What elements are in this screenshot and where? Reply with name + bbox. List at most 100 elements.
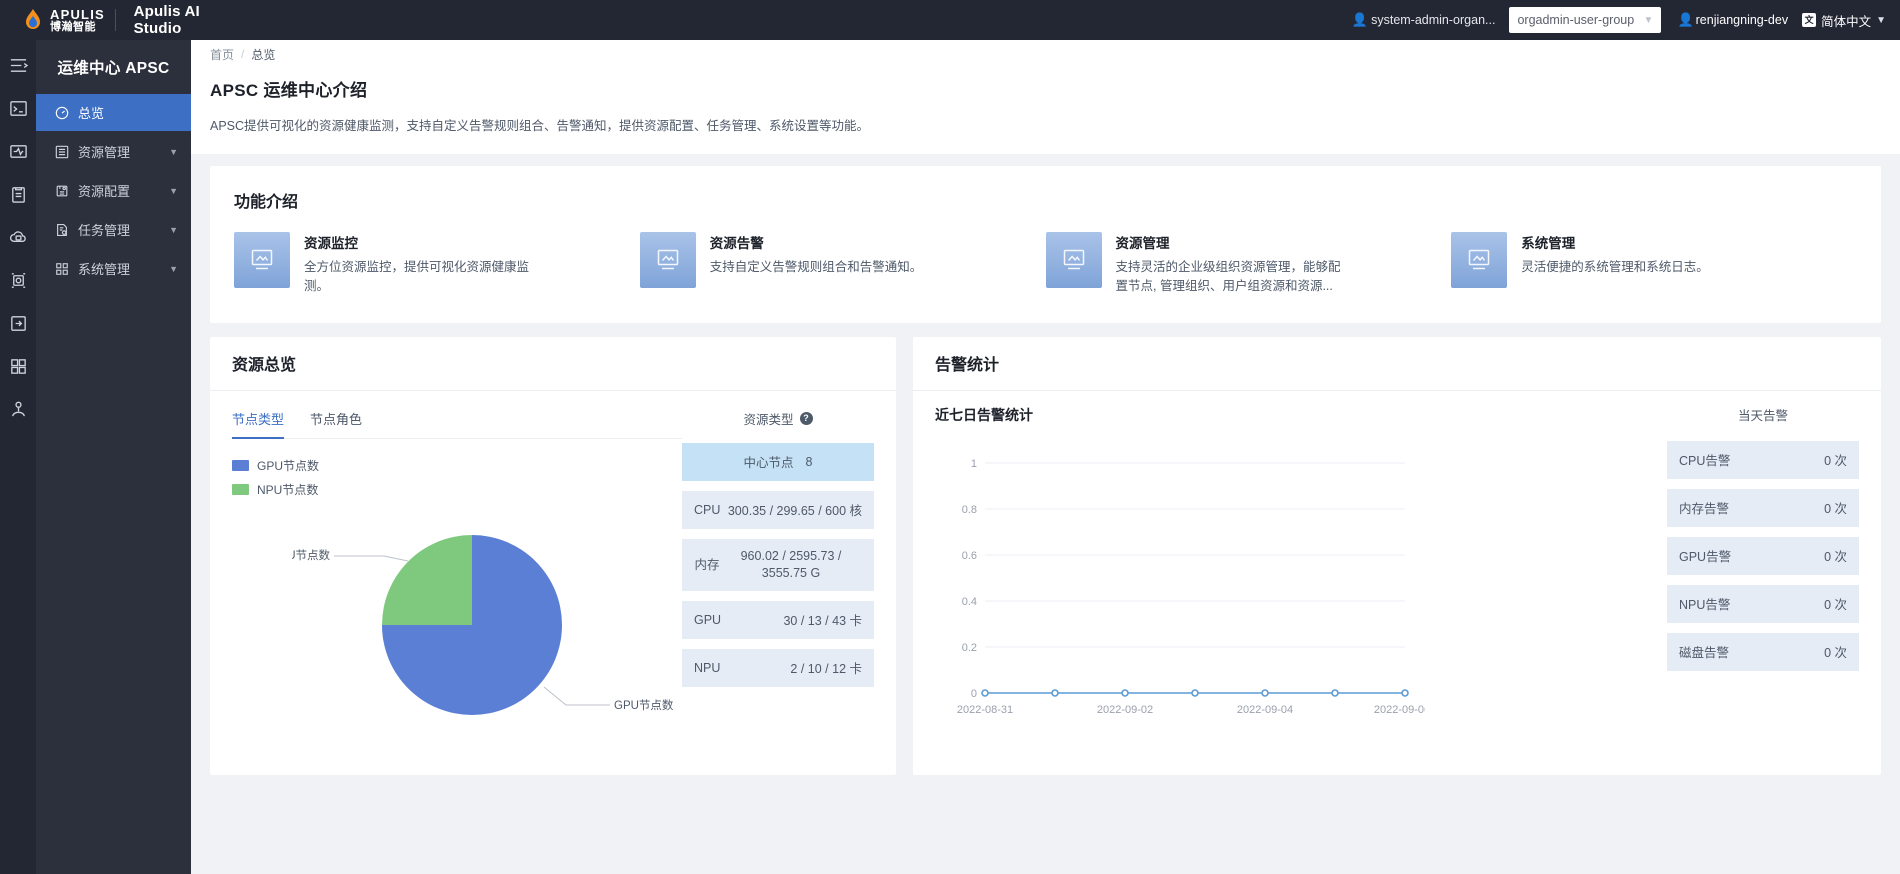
legend-item-gpu[interactable]: GPU节点数 [232,457,682,474]
resource-overview-panel: 资源总览 节点类型 节点角色 GPU节点数 NPU节点数 节点数 GPU节点数 … [210,336,896,775]
alarm-statistics-panel: 告警统计 近七日告警统计 1 0.8 0.6 0.4 0.2 0 2022-08… [913,336,1881,775]
breadcrumb: 首页 / 总览 [191,40,1900,68]
cloud-icon[interactable] [7,226,29,248]
sidebar-title: 运维中心 APSC [57,60,170,77]
resource-overview-title: 资源总览 [210,337,896,391]
user-group-value: orgadmin-user-group [1517,13,1635,27]
weekly-alarm-line-chart: 1 0.8 0.6 0.4 0.2 0 2022-08-31 2022-09-0… [935,435,1655,735]
body-wrapper: 运维中心 APSC 总览 资源管理 ▼ 资源配置 ▼ 任务管理 ▼ 系统管理 ▼… [0,40,1900,874]
organization-label: system-admin-organ... [1371,13,1496,27]
logo-text-en: APULIS [50,6,105,22]
user-group-select[interactable]: orgadmin-user-group ▼ [1509,7,1662,33]
feature-desc: 灵活便捷的系统管理和系统日志。 [1521,260,1709,274]
stat-value: 2 / 10 / 12 卡 [790,662,862,677]
sidebar-item-resource-config[interactable]: 资源配置 ▼ [36,172,191,209]
tab-node-type[interactable]: 节点类型 [232,405,285,439]
task-icon [55,223,69,237]
monitor-icon[interactable] [7,140,29,162]
y-tick-label: 0.8 [962,504,977,516]
data-point [1261,688,1269,697]
breadcrumb-separator: / [241,47,245,61]
alarm-chart-title: 近七日告警统计 [935,406,1033,423]
resource-chart-column: 节点类型 节点角色 GPU节点数 NPU节点数 节点数 GPU节点数 [232,405,682,755]
alarm-label: NPU告警 [1679,598,1731,613]
sidebar-item-label: 资源配置 [78,184,131,199]
legend-swatch-gpu [232,459,249,471]
alarm-label: 内存告警 [1679,502,1730,517]
dashboard-icon [55,106,69,120]
menu-collapse-icon[interactable] [7,54,29,76]
resource-tabs: 节点类型 节点角色 [232,405,682,439]
y-tick-label: 0.2 [962,642,977,654]
x-tick-label: 2022-09-06 [1374,704,1425,716]
sidebar-item-label: 资源管理 [78,145,131,160]
brand-logo[interactable]: APULIS 博瀚智能 Apulis AI Studio [0,3,218,37]
language-selector[interactable]: 文 简体中文 ▼ [1802,11,1886,30]
today-alarm-header: 当天告警 [1737,408,1788,423]
top-bar: APULIS 博瀚智能 Apulis AI Studio 👤 system-ad… [0,0,1900,40]
panels-row: 资源总览 节点类型 节点角色 GPU节点数 NPU节点数 节点数 GPU节点数 … [210,336,1881,791]
alarm-value: 0 次 [1824,502,1847,517]
data-point [981,688,989,697]
app-title: Apulis AI Studio [133,3,200,37]
alarm-statistics-title: 告警统计 [913,337,1881,391]
icon-rail [0,40,36,874]
sidebar: 运维中心 APSC 总览 资源管理 ▼ 资源配置 ▼ 任务管理 ▼ 系统管理 ▼ [36,40,191,874]
monitor-icon [639,232,696,288]
sidebar-item-task-management[interactable]: 任务管理 ▼ [36,211,191,248]
stat-value: 300.35 / 299.65 / 600 核 [727,504,862,519]
model-icon[interactable] [7,269,29,291]
legend-swatch-npu [232,483,249,495]
clipboard-icon[interactable] [7,183,29,205]
sidebar-item-label: 总览 [78,106,105,121]
help-icon[interactable]: ? [799,412,813,426]
pie-annotation-npu: NPU节点数 [292,548,330,562]
breadcrumb-current: 总览 [251,47,276,62]
x-tick-label: 2022-09-04 [1237,704,1293,716]
main-content: 首页 / 总览 APSC 运维中心介绍 APSC提供可视化的资源健康监测，支持自… [191,40,1900,874]
alarm-value: 0 次 [1824,550,1847,565]
chevron-down-icon: ▼ [1643,14,1654,26]
pie-leader-line-gpu [543,686,610,706]
current-user[interactable]: 👤 renjiangning-dev [1677,12,1788,28]
alarm-statistics-body: 近七日告警统计 1 0.8 0.6 0.4 0.2 0 2022-08-31 2… [913,391,1881,755]
organization-selector[interactable]: 👤 system-admin-organ... [1352,12,1496,28]
legend-item-npu[interactable]: NPU节点数 [232,481,682,498]
feature-text: 资源告警 支持自定义告警规则组合和告警通知。 [710,232,923,297]
list-icon [55,145,69,159]
data-point [1191,688,1199,697]
terminal-icon[interactable] [7,97,29,119]
chevron-down-icon: ▼ [169,185,178,196]
stat-value: 30 / 13 / 43 卡 [783,614,862,629]
features-row: 资源监控 全方位资源监控，提供可视化资源健康监测。 资源告警 支持自定义告警规则… [234,232,1857,297]
sidebar-item-system-management[interactable]: 系统管理 ▼ [36,250,191,287]
feature-item-resource-management: 资源管理 支持灵活的企业级组织资源管理，能够配置节点, 管理组织、用户组资源和资… [1045,232,1452,297]
alarm-row-npu: NPU告警 0 次 [1667,584,1859,623]
tab-node-role[interactable]: 节点角色 [310,405,362,439]
user-tree-icon[interactable] [7,398,29,420]
alarm-row-memory: 内存告警 0 次 [1667,488,1859,527]
stat-value: 8 [805,454,813,469]
data-point [1121,688,1129,697]
y-tick-label: 0.4 [962,596,977,608]
breadcrumb-home[interactable]: 首页 [210,46,234,63]
alarm-value: 0 次 [1824,454,1847,469]
export-icon[interactable] [7,312,29,334]
feature-name: 系统管理 [1521,236,1576,251]
apps-icon[interactable] [7,355,29,377]
sidebar-item-resource-management[interactable]: 资源管理 ▼ [36,133,191,170]
features-card: 功能介绍 资源监控 全方位资源监控，提供可视化资源健康监测。 资源告警 支持自定… [210,166,1881,323]
node-type-pie-chart: NPU节点数 GPU节点数 [232,505,682,755]
chevron-down-icon: ▼ [1876,14,1886,26]
pie-annotation-gpu: GPU节点数 [614,698,674,712]
today-alarm-column: 当天告警 CPU告警 0 次 内存告警 0 次 GPU告警 0 次 NPU告警 … [1667,405,1859,735]
user-icon: 👤 [1677,12,1694,27]
alarm-row-gpu: GPU告警 0 次 [1667,536,1859,575]
monitor-icon [234,232,290,288]
data-point [1401,688,1409,697]
sidebar-item-overview[interactable]: 总览 [36,94,191,131]
alarm-label: GPU告警 [1679,550,1732,565]
pie-legend: GPU节点数 NPU节点数 [232,457,682,498]
feature-text: 资源管理 支持灵活的企业级组织资源管理，能够配置节点, 管理组织、用户组资源和资… [1116,232,1348,297]
alarm-row-disk: 磁盘告警 0 次 [1667,632,1859,671]
